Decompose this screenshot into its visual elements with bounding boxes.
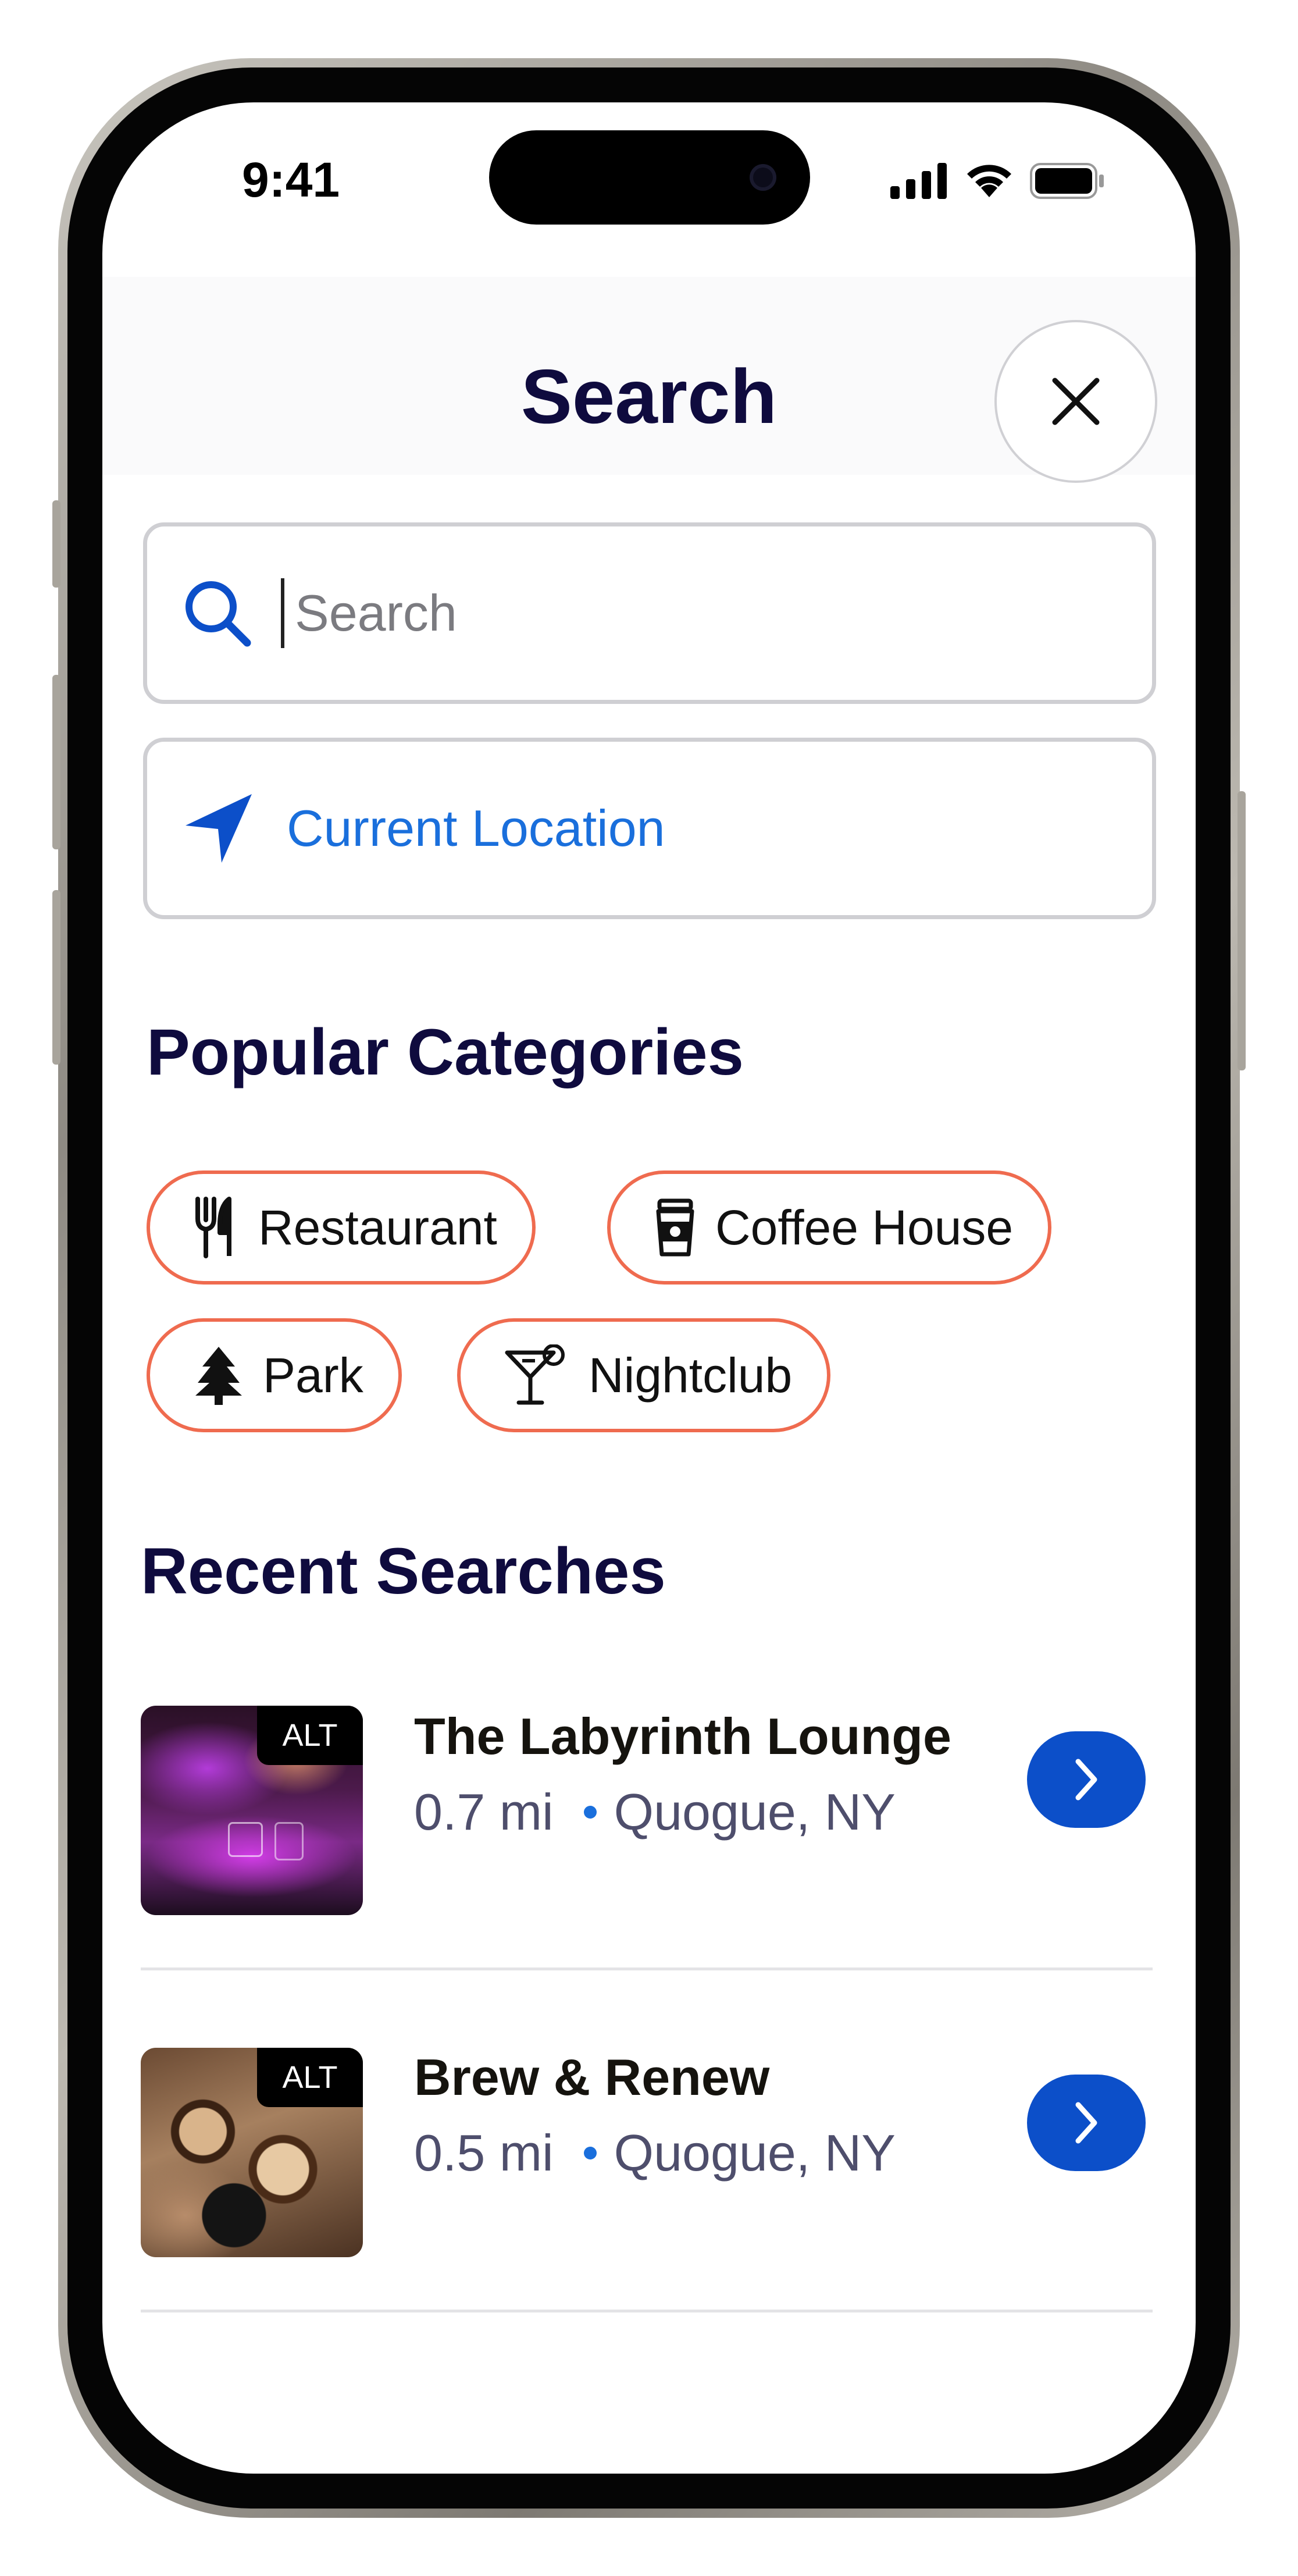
coffee-cup-icon xyxy=(655,1198,696,1257)
category-chip-nightclub[interactable]: Nightclub xyxy=(457,1318,831,1432)
recent-thumbnail[interactable]: ALT xyxy=(141,2048,363,2257)
recent-item-name[interactable]: Brew & Renew xyxy=(414,2048,769,2107)
recent-searches-title: Recent Searches xyxy=(141,1535,666,1607)
current-location-button[interactable]: Current Location xyxy=(143,738,1156,919)
camera-icon xyxy=(750,164,776,191)
dynamic-island xyxy=(489,130,810,225)
open-recent-button[interactable] xyxy=(1027,1731,1146,1828)
action-button xyxy=(52,500,60,588)
current-location-label: Current Location xyxy=(287,799,665,857)
volume-up-button xyxy=(52,675,60,849)
alt-badge[interactable]: ALT xyxy=(257,2048,363,2107)
open-recent-button[interactable] xyxy=(1027,2075,1146,2171)
row-divider xyxy=(141,2310,1153,2312)
popular-categories-title: Popular Categories xyxy=(147,1016,744,1088)
search-input[interactable] xyxy=(295,583,1051,643)
chip-label: Park xyxy=(263,1347,363,1403)
status-icons xyxy=(890,161,1106,201)
cocktail-icon xyxy=(505,1344,569,1406)
recent-item-name[interactable]: The Labyrinth Lounge xyxy=(414,1707,951,1766)
search-icon xyxy=(182,578,258,649)
chip-label: Restaurant xyxy=(258,1200,497,1255)
app-screen: 9:41 Search Search Current Location Popu… xyxy=(102,102,1196,2474)
close-icon xyxy=(1052,378,1100,425)
recent-thumbnail[interactable]: ALT xyxy=(141,1706,363,1915)
battery-icon xyxy=(1030,163,1104,199)
category-chip-park[interactable]: Park xyxy=(147,1318,402,1432)
recent-item-meta: 0.7 mi Quogue, NY xyxy=(414,1782,896,1842)
category-chip-coffee-house[interactable]: Coffee House xyxy=(607,1170,1052,1285)
row-divider xyxy=(141,1967,1153,1970)
glass-shape xyxy=(274,1822,304,1860)
separator-dot xyxy=(583,2147,597,2159)
fork-knife-icon xyxy=(194,1197,238,1258)
power-button xyxy=(1238,791,1246,1070)
recent-item-distance: 0.7 mi xyxy=(414,1783,554,1841)
close-button[interactable] xyxy=(994,320,1157,483)
chip-label: Coffee House xyxy=(715,1200,1014,1255)
text-caret xyxy=(281,578,284,648)
search-field[interactable] xyxy=(143,522,1156,704)
volume-down-button xyxy=(52,890,60,1065)
header: Search xyxy=(102,277,1196,483)
status-time: 9:41 xyxy=(242,152,340,207)
separator-dot xyxy=(583,1806,597,1819)
recent-item-place: Quogue, NY xyxy=(614,2124,896,2182)
recent-item-distance: 0.5 mi xyxy=(414,2124,554,2182)
recent-item-place: Quogue, NY xyxy=(614,1783,896,1841)
chevron-right-icon xyxy=(1075,2102,1097,2144)
chevron-right-icon xyxy=(1075,1759,1097,1801)
category-chip-restaurant[interactable]: Restaurant xyxy=(147,1170,536,1285)
recent-item-meta: 0.5 mi Quogue, NY xyxy=(414,2123,896,2183)
location-arrow-icon xyxy=(182,791,258,866)
wifi-icon xyxy=(967,165,1011,197)
cellular-signal-icon xyxy=(890,163,947,199)
tree-icon xyxy=(194,1346,243,1405)
glass-shape xyxy=(228,1822,263,1857)
chip-label: Nightclub xyxy=(589,1347,793,1403)
alt-badge[interactable]: ALT xyxy=(257,1706,363,1765)
